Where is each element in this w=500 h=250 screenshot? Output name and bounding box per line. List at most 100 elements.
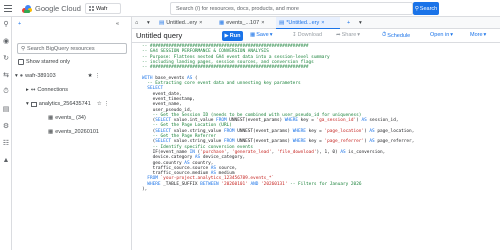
tree-dataset[interactable]: ▾ analytics_256435741 ☆ ⋮ (26, 101, 130, 107)
search-button-label: Search (419, 5, 438, 12)
schedule-button[interactable]: ⏱ Schedule (382, 32, 410, 39)
chevron-down-icon: ▾ (450, 32, 454, 38)
top-bar: Google Cloud Wafr Search (/) for resourc… (0, 0, 500, 17)
tab-untitled-active[interactable]: ▤ *Untitled...ery × (276, 17, 340, 29)
bigquery-icon[interactable]: ⚲ (2, 20, 10, 28)
tree-table[interactable]: ▦ events_ (34) (48, 115, 86, 121)
collapse-panel-icon[interactable]: « (116, 21, 119, 27)
table-icon: ▦ (48, 115, 54, 121)
connections-label: Connections (37, 87, 68, 93)
open-in-button[interactable]: Open in ▾ (430, 32, 453, 38)
project-picker[interactable]: Wafr (85, 3, 121, 14)
show-starred-label: Show starred only (26, 59, 71, 65)
chevron-down-icon[interactable]: ▾ (356, 17, 365, 29)
share-button[interactable]: ➦ Share ▾ (336, 32, 360, 38)
transfer-icon[interactable]: ⇆ (2, 71, 10, 79)
search-placeholder: Search (/) for resources, docs, products… (176, 5, 299, 12)
chevron-down-icon[interactable]: ▾ (144, 17, 153, 29)
save-button[interactable]: ▦ Save ▾ (250, 32, 273, 38)
open-in-label: Open in (430, 32, 450, 38)
line-gutter (132, 43, 142, 250)
search-button[interactable]: ⚲ Search (413, 2, 439, 15)
code-line[interactable]: ), (142, 187, 497, 192)
search-icon: ⚲ (414, 5, 419, 12)
expand-icon[interactable]: ▾ (15, 73, 18, 79)
tab-label: events_...107 (226, 20, 260, 26)
explorer-panel: + « ⚲ Search BigQuery resources Show sta… (12, 17, 132, 250)
menu-icon[interactable] (3, 3, 13, 13)
dataset-icon (30, 101, 37, 107)
project-name: Wafr (96, 5, 108, 12)
query-title[interactable]: Untitled query (136, 31, 182, 40)
save-label: Save (256, 32, 269, 38)
play-icon: ▶ (224, 33, 229, 39)
tab-events[interactable]: ▦ events_...107 × (216, 17, 274, 29)
google-cloud-logo[interactable]: Google Cloud (22, 3, 81, 14)
share-label: Share (341, 32, 357, 38)
table-icon: ▦ (219, 20, 225, 26)
schedule-icon: ⏱ (382, 32, 387, 38)
download-label: Download (297, 32, 323, 38)
query-toolbar: Untitled query ▶ Run ▦ Save ▾ ↧ Download… (132, 29, 500, 43)
editor-tabs: ⌂ ▾ ▤ Untitled...ery × ▦ events_...107 ×… (132, 17, 500, 29)
analytics-icon[interactable]: ▤ (2, 105, 10, 113)
query-icon: ▤ (279, 19, 285, 26)
code-lines[interactable]: -- #####################################… (142, 44, 497, 192)
capacity-icon[interactable]: ☷ (2, 139, 10, 147)
explorer-search-placeholder: Search BigQuery resources (27, 45, 95, 52)
show-starred-toggle[interactable]: Show starred only (18, 59, 70, 65)
add-data-button[interactable]: + (18, 21, 21, 27)
dataset-label: analytics_256435741 (38, 101, 91, 107)
close-icon[interactable]: × (199, 20, 202, 26)
logo-text: Google Cloud (35, 4, 81, 13)
connections-icon: ↭ (30, 87, 36, 93)
more-icon[interactable]: ⋮ (104, 101, 110, 107)
global-search-input[interactable]: Search (/) for resources, docs, products… (170, 2, 413, 15)
chevron-right-icon[interactable]: ▸ (26, 87, 29, 93)
monitoring-icon[interactable]: ▲ (2, 156, 10, 164)
close-icon[interactable]: × (261, 20, 264, 26)
pin-icon: ● (19, 73, 24, 79)
more-icon[interactable]: ⋮ (95, 73, 101, 79)
left-rail: ⚲ ◉ ↻ ⇆ ⏱ ▤ ⚙ ☷ ▲ (0, 17, 12, 250)
tab-untitled-1[interactable]: ▤ Untitled...ery × (156, 17, 214, 29)
more-button[interactable]: More ▾ (470, 32, 486, 38)
star-icon[interactable]: ☆ (97, 101, 102, 107)
chevron-down-icon: ▾ (269, 32, 273, 38)
tree-connections[interactable]: ▸ ↭ Connections (26, 87, 68, 93)
project-label: wafr-389103 (25, 73, 56, 79)
close-icon[interactable]: × (321, 20, 324, 26)
home-icon: ⌂ (135, 20, 139, 26)
new-tab-button[interactable]: + (344, 17, 353, 29)
share-icon: ➦ (336, 32, 341, 38)
run-button[interactable]: ▶ Run (222, 31, 243, 41)
more-label: More (470, 32, 483, 38)
download-button[interactable]: ↧ Download (292, 32, 322, 38)
scheduled-icon[interactable]: ⏱ (2, 88, 10, 96)
chevron-down-icon: ▾ (483, 32, 487, 38)
query-icon: ▤ (159, 20, 165, 26)
tab-label: Untitled...ery (166, 20, 198, 26)
download-icon: ↧ (292, 32, 297, 38)
home-tab[interactable]: ⌂ (132, 17, 141, 29)
explorer-icon[interactable]: ◉ (2, 37, 10, 45)
table-icon: ▦ (48, 129, 54, 135)
tree-table[interactable]: ▦ events_20260101 (48, 129, 99, 135)
expand-icon[interactable]: ▾ (26, 101, 29, 107)
schedule-label: Schedule (387, 32, 411, 39)
checkbox-icon[interactable] (18, 59, 24, 65)
tab-label: *Untitled...ery (286, 19, 320, 26)
add-icon: + (18, 21, 22, 27)
star-icon[interactable]: ★ (88, 73, 93, 79)
search-icon: ⚲ (21, 45, 26, 52)
project-icon (89, 6, 94, 11)
tree-project[interactable]: ▾ ● wafr-389103 ★ ⋮ (15, 73, 129, 79)
settings-icon[interactable]: ⚙ (2, 122, 10, 130)
save-icon: ▦ (250, 32, 256, 38)
chevron-down-icon: ▾ (357, 32, 361, 38)
history-icon[interactable]: ↻ (2, 54, 10, 62)
table-label: events_ (34) (55, 115, 86, 121)
cloud-icon (22, 4, 32, 13)
code-editor[interactable]: -- #####################################… (132, 43, 500, 250)
explorer-search-input[interactable]: ⚲ Search BigQuery resources (17, 43, 127, 54)
